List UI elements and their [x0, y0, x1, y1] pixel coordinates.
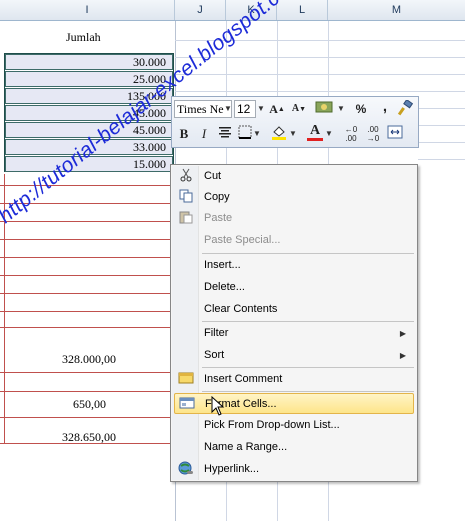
menu-item-filter[interactable]: Filter ▶	[174, 323, 414, 344]
menu-item-label: Hyperlink...	[204, 463, 260, 475]
cell-border	[0, 311, 174, 312]
menu-item-pick-from-list[interactable]: Pick From Drop-down List...	[174, 415, 414, 436]
menu-item-label: Delete...	[204, 281, 245, 293]
cell-border	[0, 327, 174, 328]
italic-button[interactable]: I	[195, 125, 213, 143]
submenu-arrow-icon: ▶	[399, 329, 406, 338]
menu-item-format-cells[interactable]: Format Cells...	[174, 393, 414, 414]
gridline	[418, 125, 465, 126]
cell-border	[0, 391, 174, 392]
center-align-icon[interactable]	[216, 125, 234, 143]
menu-separator	[202, 367, 414, 368]
menu-item-hyperlink[interactable]: Hyperlink...	[174, 459, 414, 480]
menu-item-sort[interactable]: Sort ▶	[174, 345, 414, 366]
cell-border	[0, 293, 174, 294]
cell-border	[0, 372, 174, 373]
cell-value: 15.000	[133, 157, 166, 171]
comma-style-button[interactable]: ,	[376, 98, 394, 116]
selected-cell[interactable]: 30.000	[5, 54, 173, 70]
font-size-dropdown-icon[interactable]: ▼	[256, 100, 266, 118]
grand-total-cell[interactable]: 328.650,00	[62, 430, 116, 445]
menu-item-paste[interactable]: Paste	[174, 208, 414, 229]
format-painter-icon[interactable]	[396, 98, 414, 118]
fill-color-dropdown-icon[interactable]: ▼	[288, 125, 298, 143]
menu-item-delete[interactable]: Delete...	[174, 277, 414, 298]
comment-icon	[177, 371, 194, 388]
cell-border	[0, 239, 174, 240]
cell-value: 45.000	[133, 123, 166, 137]
gridline	[175, 91, 465, 92]
mini-toolbar: Times Ne ▼ 12 ▼ A▲ A▼ ▼ % , B I ▼ ▼ A ▼ …	[171, 96, 419, 148]
menu-item-label: Paste	[204, 212, 233, 224]
accounting-format-dropdown-icon[interactable]: ▼	[336, 100, 346, 118]
gridline	[418, 159, 465, 160]
cell-border	[0, 257, 174, 258]
menu-item-insert-comment[interactable]: Insert Comment	[174, 369, 414, 390]
decrease-decimal-icon[interactable]: .00 →0	[364, 125, 382, 143]
gridline	[175, 74, 465, 75]
gridline	[418, 108, 465, 109]
menu-item-label: Paste Special...	[204, 234, 281, 246]
menu-item-label: Insert Comment	[204, 373, 283, 385]
submenu-arrow-icon: ▶	[399, 351, 406, 360]
cell-border	[0, 275, 174, 276]
cell-value: 30.000	[133, 55, 166, 69]
copy-icon	[177, 189, 194, 206]
percent-style-button[interactable]: %	[352, 100, 370, 118]
menu-separator	[202, 321, 414, 322]
menu-item-copy[interactable]: Copy	[174, 187, 414, 208]
font-color-icon[interactable]: A	[306, 122, 324, 141]
menu-item-label: Clear Contents	[204, 303, 278, 315]
fill-color-icon[interactable]	[270, 123, 288, 141]
bold-button[interactable]: B	[175, 125, 193, 143]
menu-item-label: Filter	[204, 327, 229, 339]
menu-item-label: Cut	[204, 170, 222, 182]
cell-border	[0, 417, 174, 418]
menu-item-label: Copy	[204, 191, 230, 203]
hyperlink-icon	[177, 461, 194, 478]
accounting-format-icon[interactable]	[314, 100, 334, 118]
context-menu: Cut Copy Paste Paste Special... Insert..…	[170, 164, 418, 482]
gridline	[418, 142, 465, 143]
menu-item-paste-special[interactable]: Paste Special...	[174, 230, 414, 251]
cell-value: 33.000	[133, 140, 166, 154]
total-cell[interactable]: 328.000,00	[62, 352, 116, 367]
column-header-i[interactable]: I	[0, 0, 175, 20]
increase-font-size-icon[interactable]: A▲	[268, 100, 286, 118]
font-color-dropdown-icon[interactable]: ▼	[324, 125, 334, 143]
menu-separator	[202, 391, 414, 392]
mouse-cursor-icon	[211, 396, 225, 416]
font-size-box[interactable]: 12	[234, 100, 256, 118]
increase-decimal-icon[interactable]: ←0.00	[342, 125, 360, 143]
jumlah-header-cell[interactable]: Jumlah	[66, 30, 101, 45]
menu-item-label: Insert...	[204, 259, 241, 271]
menu-separator	[202, 253, 414, 254]
scissors-icon	[177, 168, 194, 185]
paste-icon	[177, 210, 194, 227]
menu-item-label: Name a Range...	[204, 441, 288, 453]
value-cell[interactable]: 650,00	[73, 397, 106, 412]
format-cells-icon	[178, 396, 195, 413]
column-header-m[interactable]: M	[328, 0, 465, 20]
column-header-j[interactable]: J	[175, 0, 226, 20]
menu-item-name-a-range[interactable]: Name a Range...	[174, 437, 414, 458]
decrease-font-size-icon[interactable]: A▼	[290, 100, 308, 118]
cell-border	[0, 221, 174, 222]
font-name-dropdown-icon[interactable]: ▼	[223, 100, 233, 118]
menu-item-clear-contents[interactable]: Clear Contents	[174, 299, 414, 320]
menu-item-label: Pick From Drop-down List...	[204, 419, 340, 431]
menu-item-insert[interactable]: Insert...	[174, 255, 414, 276]
menu-item-cut[interactable]: Cut	[174, 166, 414, 187]
merge-center-icon[interactable]	[386, 125, 404, 143]
menu-item-label: Sort	[204, 349, 225, 361]
font-color-swatch	[307, 138, 323, 141]
borders-dropdown-icon[interactable]: ▼	[252, 125, 262, 143]
